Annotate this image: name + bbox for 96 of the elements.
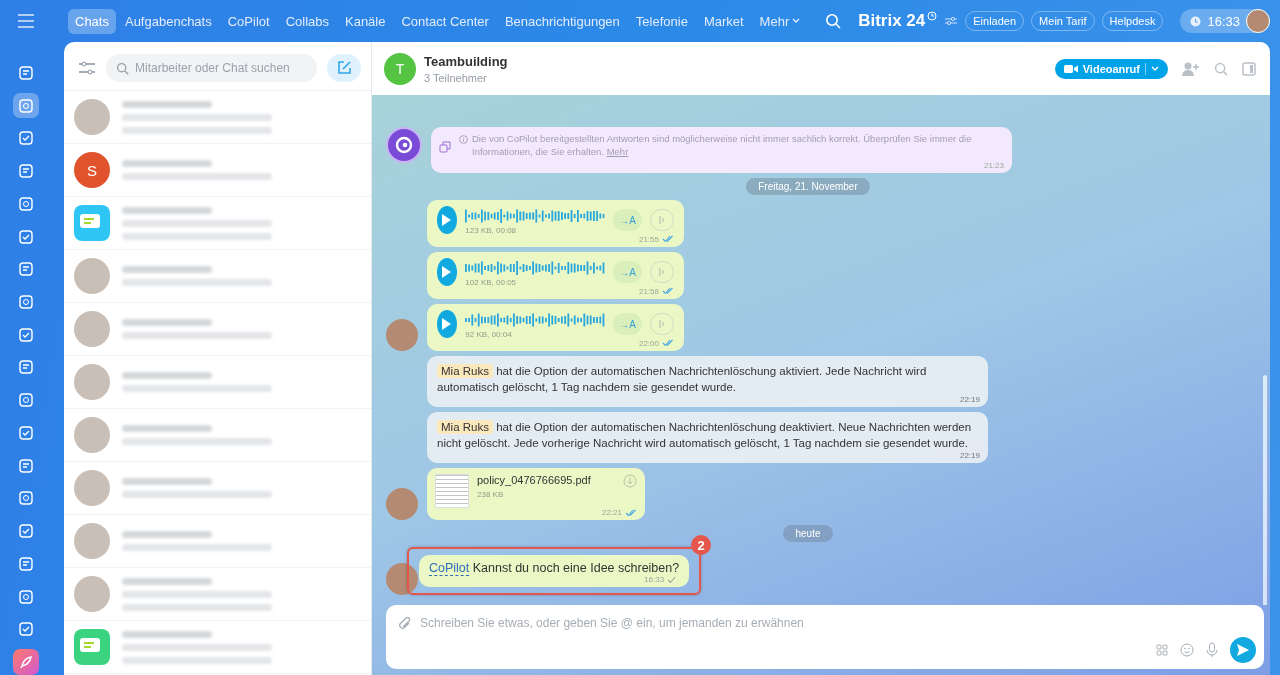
photo-placeholder — [74, 364, 110, 400]
bars-icon — [657, 267, 667, 278]
search-icon[interactable] — [1214, 61, 1228, 76]
message-text: CoPilot Kannst du noch eine Idee schreiben? — [429, 561, 680, 575]
filter-icon[interactable] — [78, 61, 96, 75]
message-time: 21:58 — [638, 286, 659, 296]
message-time: 22:19 — [958, 451, 980, 460]
nav-tab[interactable]: Collabs — [278, 8, 336, 34]
photo-placeholder — [74, 417, 110, 453]
edit-icon — [336, 60, 352, 76]
file-info: 92 KB, 00:04 — [465, 329, 513, 339]
photo-placeholder — [74, 311, 110, 347]
sliders-icon[interactable] — [944, 15, 959, 27]
search-field[interactable]: Mitarbeiter oder Chat suchen — [106, 54, 317, 82]
bars-icon — [657, 215, 667, 226]
transcribe-button[interactable]: →A — [613, 261, 642, 284]
play-icon — [440, 318, 451, 331]
nav-tab[interactable]: Aufgabenchats — [117, 8, 219, 34]
step-badge: 2 — [691, 535, 712, 555]
search-icon[interactable] — [825, 13, 842, 29]
nav-tab[interactable]: Mehr — [752, 8, 808, 34]
caret-icon — [792, 18, 801, 24]
file-info: 123 KB, 00:08 — [465, 225, 518, 235]
sender-avatar[interactable] — [386, 318, 418, 351]
copilot-avatar — [386, 127, 422, 164]
menu-icon[interactable] — [17, 14, 35, 28]
chat-avatar: T — [384, 52, 416, 85]
photo-placeholder — [74, 470, 110, 506]
paperclip-icon[interactable] — [398, 617, 412, 631]
compose-button[interactable] — [327, 54, 361, 82]
nav-tab[interactable]: Contact Center — [394, 8, 496, 34]
send-icon — [1236, 643, 1250, 657]
nav-tab[interactable]: Kanäle — [338, 8, 393, 34]
sender-avatar[interactable] — [386, 563, 418, 595]
sender-avatar[interactable] — [386, 488, 418, 520]
file-info: 102 KB, 00:05 — [465, 277, 518, 287]
play-icon — [440, 266, 451, 279]
date-divider: Freitag, 21. November — [746, 177, 870, 195]
scrollbar-thumb[interactable] — [1263, 375, 1267, 605]
transcribe-button[interactable]: →A — [613, 313, 642, 336]
add-user-icon[interactable] — [1182, 60, 1200, 77]
play-button[interactable] — [437, 258, 458, 287]
bars-icon — [657, 319, 667, 330]
bot-mention[interactable]: CoPilot — [429, 561, 470, 576]
transcribe-button[interactable]: →A — [613, 209, 642, 232]
more-link[interactable]: Mehr — [606, 146, 629, 158]
photo-placeholder — [74, 258, 110, 294]
system-text: Mia Ruks hat die Option der automatischen Nachrichtenlöschung deaktiviert. Neue Nachrichten werden nicht gelöscht. Jede vorherige Nachricht wird automatisch gelöscht, 1 Tag nachdem sie gesendet wurde. — [437, 418, 973, 451]
time-pill[interactable]: 16:33 — [1180, 9, 1270, 33]
nav-tab[interactable]: Benachrichtigungen — [497, 8, 627, 34]
emoji-icon[interactable] — [1180, 643, 1194, 657]
clock-icon — [927, 11, 938, 21]
user-avatar[interactable] — [1246, 9, 1270, 33]
file-name[interactable]: policy_0476766695.pdf — [477, 474, 615, 486]
rail-item[interactable] — [13, 92, 39, 119]
photo-placeholder — [74, 99, 110, 135]
participants-count[interactable]: 3 Teilnehmer — [424, 71, 508, 84]
system-text: Mia Ruks hat die Option der automatischen Nachrichtenlöschung aktiviert. Jede Nachricht wird automatisch gelöscht, 1 Tag nachdem sie gesendet wurde. — [437, 362, 928, 395]
chat-title[interactable]: Teambuilding — [424, 53, 508, 69]
nav-tab[interactable]: Market — [696, 8, 751, 34]
chat-list-item[interactable]: S — [64, 144, 371, 197]
disclaimer-text: Die von CoPilot bereitgestellten Antworten sind möglicherweise nicht immer sachlich korrekt. Überprüfen Sie immer die Informationen, die Sie erhalten. Mehr — [472, 132, 973, 159]
video-call-button[interactable]: Videoanruf — [1054, 58, 1168, 79]
play-icon — [440, 214, 451, 227]
nav-tab[interactable]: Telefonie — [628, 8, 695, 34]
message-time: 22:00 — [638, 338, 659, 348]
message-time: 21:55 — [638, 234, 659, 244]
microphone-icon[interactable] — [1206, 642, 1218, 658]
time-text: 16:33 — [1207, 13, 1240, 29]
caret-icon — [1151, 65, 1159, 72]
camera-icon — [1063, 63, 1078, 74]
send-button[interactable] — [1230, 637, 1256, 663]
play-button[interactable] — [437, 310, 458, 339]
message-time: 16:33 — [644, 575, 665, 584]
nav-tab[interactable]: Chats — [68, 8, 116, 34]
message-time: 21:23 — [983, 160, 1004, 170]
sidebar-icon[interactable] — [1242, 61, 1256, 76]
copy-icon[interactable] — [439, 141, 451, 154]
photo-placeholder — [74, 523, 110, 559]
logo-text: Bitrix 24 — [858, 11, 926, 31]
date-divider: heute — [783, 525, 833, 542]
document-thumbnail[interactable] — [435, 474, 469, 508]
user-mention[interactable]: Mia Ruks — [437, 419, 493, 434]
rocket-button[interactable] — [13, 649, 39, 675]
info-icon — [459, 135, 468, 145]
photo-placeholder — [74, 576, 110, 612]
download-icon[interactable] — [623, 474, 637, 488]
play-button[interactable] — [437, 206, 458, 235]
message-time: 22:21 — [601, 508, 622, 517]
letter-avatar: S — [74, 152, 110, 188]
user-mention[interactable]: Mia Ruks — [437, 363, 493, 378]
nav-tab[interactable]: CoPilot — [220, 8, 277, 34]
file-size: 238 KB — [477, 490, 505, 499]
apps-icon[interactable] — [1156, 644, 1168, 656]
clock-icon — [1190, 15, 1202, 27]
message-time: 22:19 — [958, 394, 980, 404]
